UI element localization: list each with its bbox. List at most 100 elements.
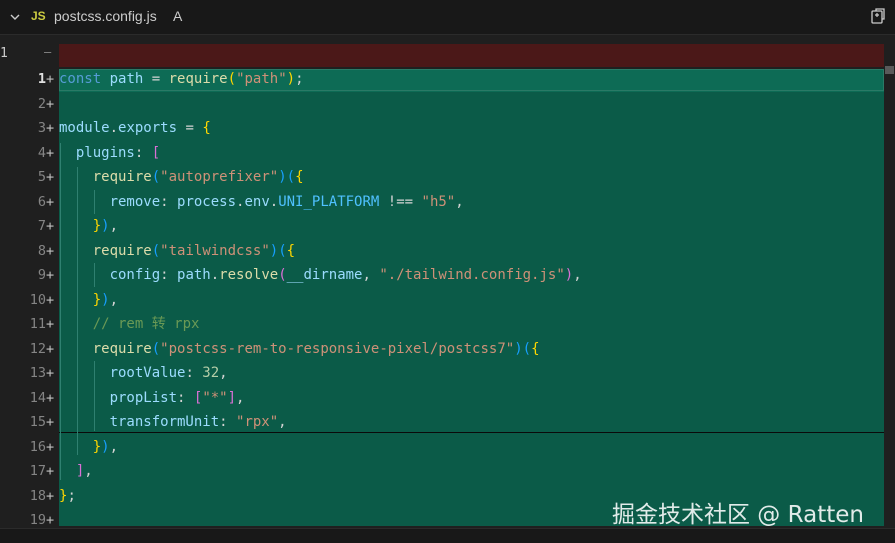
line-number: 12	[29, 340, 46, 357]
bracket-token: ]	[227, 389, 237, 406]
punctuation-token: ,	[84, 463, 93, 479]
bracket-token: )	[286, 71, 296, 87]
bracket-token: )	[514, 340, 523, 357]
code-line-10[interactable]: }),	[59, 288, 118, 313]
code-line-3[interactable]: module.exports = {	[59, 116, 211, 141]
punctuation-token: :	[160, 193, 178, 210]
js-file-icon: JS	[31, 9, 46, 23]
horizontal-scrollbar[interactable]	[0, 528, 895, 543]
line-number: 6	[37, 193, 46, 210]
string-token: "./tailwind.config.js"	[379, 267, 565, 283]
punctuation-token: ,	[109, 291, 119, 308]
line-number: 16	[29, 438, 46, 455]
bracket-token: (	[522, 340, 532, 357]
line-number: 4	[37, 144, 46, 161]
added-marker: +	[46, 487, 55, 504]
file-header: JS postcss.config.js A	[0, 0, 895, 35]
identifier-token: env	[244, 193, 270, 210]
scrollbar-thumb[interactable]	[885, 66, 894, 74]
punctuation-token: .	[109, 120, 119, 136]
added-marker: +	[46, 389, 55, 406]
operator-token: !==	[379, 193, 422, 210]
code-line-12[interactable]: require("postcss-rem-to-responsive-pixel…	[59, 337, 540, 362]
line-number: 14	[29, 389, 46, 406]
git-status-badge: A	[173, 8, 183, 24]
code-line-1[interactable]: const path = require("path");	[59, 67, 304, 92]
code-line-11[interactable]: // rem 转 rpx	[59, 312, 200, 337]
identifier-token: module	[59, 120, 110, 136]
added-marker: +	[46, 438, 55, 455]
file-name[interactable]: postcss.config.js	[54, 8, 157, 24]
property-token: propList	[109, 389, 178, 406]
punctuation-token: ,	[455, 193, 464, 210]
property-token: plugins	[75, 144, 135, 161]
added-marker: +	[46, 463, 55, 479]
property-token: rootValue	[109, 365, 186, 381]
chevron-down-icon[interactable]	[8, 10, 22, 24]
identifier-token: path	[177, 267, 211, 283]
line-number: 18	[29, 487, 46, 504]
punctuation-token: ,	[219, 365, 228, 381]
code-line-5[interactable]: require("autoprefixer")({	[59, 165, 304, 190]
property-token: remove	[109, 193, 161, 210]
code-line-4[interactable]: plugins: [	[59, 141, 160, 166]
bracket-token: )	[101, 438, 110, 455]
line-number: 17	[29, 463, 46, 479]
punctuation-token: ,	[278, 414, 287, 430]
code-line-16[interactable]: }),	[59, 435, 118, 460]
bracket-token: {	[286, 242, 296, 259]
constant-token: UNI_PLATFORM	[278, 193, 380, 210]
bracket-token: (	[278, 242, 287, 259]
line-number: 5	[37, 169, 46, 185]
string-token: "*"	[202, 389, 228, 406]
added-marker: +	[46, 144, 55, 161]
punctuation-token: ,	[362, 267, 380, 283]
identifier-token: exports	[118, 120, 178, 136]
bracket-token: )	[278, 169, 287, 185]
bracket-token: [	[151, 144, 161, 161]
code-line-13[interactable]: rootValue: 32,	[59, 361, 228, 386]
bracket-token: (	[151, 340, 161, 357]
code-line-17[interactable]: ],	[59, 459, 93, 484]
added-marker: +	[46, 340, 55, 357]
code-line-15[interactable]: transformUnit: "rpx",	[59, 410, 287, 435]
bracket-token: (	[151, 242, 161, 259]
punctuation-token: .	[269, 193, 279, 210]
punctuation-token: :	[160, 267, 178, 283]
bracket-token: }	[92, 291, 102, 308]
string-token: "path"	[236, 71, 287, 87]
string-token: "tailwindcss"	[160, 242, 270, 259]
code-line-8[interactable]: require("tailwindcss")({	[59, 239, 295, 264]
number-token: 32	[202, 365, 220, 381]
open-file-icon[interactable]	[869, 7, 887, 25]
line-number: 2	[37, 95, 46, 112]
identifier-token: process	[177, 193, 237, 210]
bracket-token: )	[269, 242, 279, 259]
code-line-14[interactable]: propList: ["*"],	[59, 386, 245, 411]
added-marker: +	[46, 218, 55, 234]
keyword-token: const	[59, 71, 102, 87]
code-line-7[interactable]: }),	[59, 214, 118, 239]
added-marker: +	[46, 242, 55, 259]
line-number: 13	[29, 365, 46, 381]
vertical-scrollbar[interactable]	[884, 44, 895, 526]
operator-token: =	[177, 120, 203, 136]
line-number: 3	[37, 120, 46, 136]
bracket-token: (	[227, 71, 237, 87]
bracket-token: {	[531, 340, 540, 357]
added-marker: +	[46, 120, 55, 136]
code-line-9[interactable]: config: path.resolve(__dirname, "./tailw…	[59, 263, 582, 288]
string-token: "autoprefixer"	[160, 169, 279, 185]
comment-token: // rem 转 rpx	[92, 316, 200, 332]
added-marker: +	[46, 95, 55, 112]
code-line-6[interactable]: remove: process.env.UNI_PLATFORM !== "h5…	[59, 190, 464, 215]
bracket-token: }	[92, 218, 102, 234]
code-line-18[interactable]: };	[59, 484, 76, 509]
added-marker: +	[46, 365, 55, 381]
punctuation-token: :	[185, 365, 203, 381]
bracket-token: {	[202, 120, 211, 136]
punctuation-token: .	[210, 267, 220, 283]
property-token: transformUnit	[109, 414, 220, 430]
string-token: "postcss-rem-to-responsive-pixel/postcss…	[160, 340, 515, 357]
bracket-token: )	[564, 267, 574, 283]
